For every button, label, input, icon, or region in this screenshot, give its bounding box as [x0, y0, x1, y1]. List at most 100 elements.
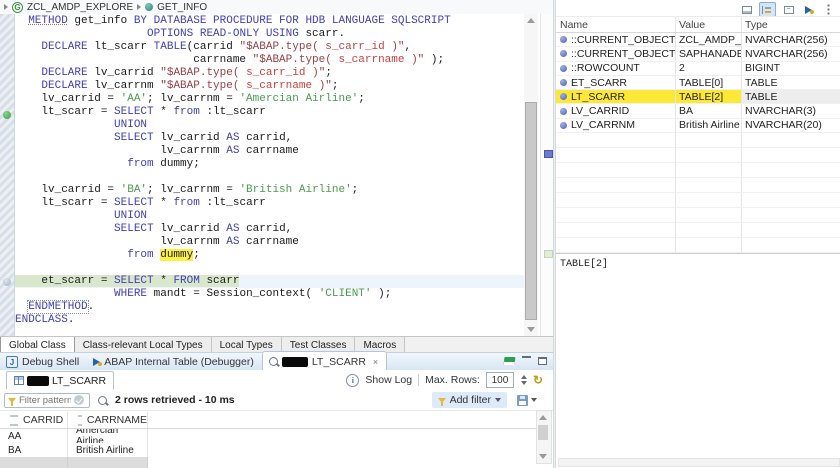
preview-vertical-scrollbar[interactable]: [536, 410, 552, 464]
editor-gutter[interactable]: [0, 14, 15, 336]
variables-column-header[interactable]: Type: [742, 17, 840, 32]
editor-vertical-scrollbar[interactable]: [524, 14, 538, 336]
code-line[interactable]: from dummy;: [15, 158, 524, 171]
preview-table-row[interactable]: AA Amercian Airline: [0, 429, 536, 443]
breadcrumb-class[interactable]: ZCL_AMDP_EXPLORE: [27, 2, 133, 13]
overview-marker-occurrence[interactable]: [544, 250, 553, 258]
maximize-view-icon[interactable]: [538, 357, 547, 365]
scroll-up-icon[interactable]: [539, 415, 547, 420]
variable-row[interactable]: LT_SCARR TABLE[2] TABLE: [556, 90, 840, 105]
variable-row-empty[interactable]: [556, 238, 840, 254]
code-line[interactable]: ENDMETHOD.: [15, 300, 524, 314]
view-controls: [503, 356, 547, 366]
variable-row[interactable]: ::CURRENT_OBJECT_SCHEMASAPHANADBNVARCHAR…: [556, 47, 840, 62]
empty-cell: [742, 208, 840, 222]
preview-scroll-thumb[interactable]: [538, 425, 548, 440]
view-menu-icon[interactable]: [821, 3, 836, 16]
code-line[interactable]: lv_carrnm AS carrname: [15, 236, 524, 249]
load-configuration-icon[interactable]: [801, 3, 816, 16]
breadcrumb-separator-icon[interactable]: [137, 4, 142, 10]
show-logical-structure-icon[interactable]: [759, 2, 776, 17]
editor-tab-class-relevant-local-types[interactable]: Class-relevant Local Types: [74, 337, 212, 353]
collapse-all-icon[interactable]: [781, 3, 796, 16]
variable-row-empty[interactable]: [556, 193, 840, 209]
variable-detail-pane[interactable]: TABLE[2]: [556, 253, 840, 460]
preview-table-row[interactable]: BA British Airline: [0, 443, 536, 457]
code-line[interactable]: DECLARE lt_scarr TABLE(carrid "$ABAP.typ…: [15, 41, 524, 54]
code-line[interactable]: DECLARE lv_carrid "$ABAP.type( s_carr_id…: [15, 67, 524, 80]
code-line[interactable]: SELECT lv_carrid AS carrid,: [15, 132, 524, 145]
code-line[interactable]: [15, 171, 524, 184]
preview-column-header[interactable]: CARRID: [0, 412, 68, 428]
code-line[interactable]: DECLARE lv_carrnm "$ABAP.type( s_carrnam…: [15, 80, 524, 93]
max-rows-stepper[interactable]: [520, 375, 527, 385]
code-token: lv_carrnm: [87, 80, 161, 92]
code-line[interactable]: carrname "$ABAP.type( s_carrname )" );: [15, 54, 524, 67]
add-filter-button[interactable]: Add filter: [431, 392, 507, 408]
export-button[interactable]: [517, 392, 537, 408]
code-line[interactable]: WHERE mandt = Session_context( 'CLIENT' …: [15, 288, 524, 301]
variable-row[interactable]: ::ROWCOUNT 2 BIGINT: [556, 61, 840, 76]
variable-row-empty[interactable]: [556, 148, 840, 164]
close-icon[interactable]: ×: [373, 357, 378, 367]
code-line[interactable]: lv_carrnm AS carrname: [15, 145, 524, 158]
breadcrumb-expand-icon[interactable]: [4, 4, 8, 10]
minimize-view-icon[interactable]: [522, 356, 531, 366]
variable-row-empty[interactable]: [556, 133, 840, 149]
apply-filter-icon[interactable]: [74, 395, 84, 405]
code-line[interactable]: et_scarr = SELECT * FROM scarr: [15, 275, 524, 288]
preview-table-row-empty[interactable]: [0, 457, 536, 468]
view-tab-abap-internal-table-debugger-[interactable]: ABAP Internal Table (Debugger): [87, 353, 262, 371]
code-line[interactable]: METHOD get_info BY DATABASE PROCEDURE FO…: [15, 15, 524, 28]
variables-column-header[interactable]: Name: [556, 17, 676, 32]
show-log-link[interactable]: Show Log: [365, 374, 412, 386]
preview-subtab[interactable]: LT_SCARR: [6, 371, 115, 390]
code-line[interactable]: lv_carrid = 'AA'; lv_carrnm = 'Amercian …: [15, 93, 524, 106]
code-line[interactable]: lt_scarr = SELECT * from :lt_scarr: [15, 106, 524, 119]
detail-horizontal-scrollbar[interactable]: [558, 458, 840, 467]
variable-row[interactable]: LV_CARRNM British Airline NVARCHAR(20): [556, 118, 840, 134]
variable-row[interactable]: ::CURRENT_OBJECT_NAMEZCL_AMDP_EX...NVARC…: [556, 33, 840, 48]
filter-input[interactable]: [19, 394, 71, 406]
code-line[interactable]: SELECT lv_carrid AS carrid,: [15, 223, 524, 236]
editor-scroll-thumb[interactable]: [525, 102, 537, 320]
variable-row[interactable]: ET_SCARR TABLE[0] TABLE: [556, 75, 840, 91]
code-line[interactable]: UNION: [15, 210, 524, 223]
editor-tab-global-class[interactable]: Global Class: [0, 337, 75, 353]
max-rows-input[interactable]: 100: [485, 372, 514, 388]
variable-row[interactable]: LV_CARRID BA NVARCHAR(3): [556, 104, 840, 119]
variable-row-empty[interactable]: [556, 178, 840, 194]
code-text-area[interactable]: METHOD get_info BY DATABASE PROCEDURE FO…: [15, 15, 524, 335]
code-line[interactable]: UNION: [15, 119, 524, 132]
code-line[interactable]: lv_carrid = 'BA'; lv_carrnm = 'British A…: [15, 184, 524, 197]
view-tab-lt-scarr[interactable]: LT_SCARR ×: [261, 351, 388, 371]
view-tab-debug-shell[interactable]: J Debug Shell: [0, 353, 87, 371]
variable-row-empty[interactable]: [556, 163, 840, 179]
code-token: FROM: [173, 275, 200, 287]
variables-column-header[interactable]: Value: [676, 17, 742, 32]
breakpoint-icon[interactable]: [3, 111, 11, 119]
show-details-icon[interactable]: [739, 3, 754, 16]
code-editor[interactable]: METHOD get_info BY DATABASE PROCEDURE FO…: [0, 14, 554, 351]
breadcrumb-method[interactable]: GET_INFO: [157, 2, 207, 13]
code-line[interactable]: lt_scarr = SELECT * from :lt_scarr: [15, 197, 524, 210]
preview-column-header[interactable]: CARRNAME: [68, 412, 148, 428]
debug-marker-icon[interactable]: [3, 278, 11, 286]
code-line[interactable]: OPTIONS READ-ONLY USING scarr.: [15, 28, 524, 41]
filter-box[interactable]: [4, 392, 90, 408]
overview-ruler[interactable]: [540, 14, 554, 336]
overview-marker-current[interactable]: [544, 150, 553, 158]
refresh-icon[interactable]: [533, 375, 543, 385]
pin-view-icon[interactable]: [503, 357, 516, 365]
code-line[interactable]: ENDCLASS.: [15, 314, 524, 327]
scroll-up-icon[interactable]: [527, 18, 535, 23]
variable-name: LV_CARRID: [571, 105, 630, 118]
variable-row-empty[interactable]: [556, 208, 840, 224]
code-line[interactable]: from dummy;: [15, 249, 524, 262]
variable-row-empty[interactable]: [556, 223, 840, 239]
scroll-down-icon[interactable]: [539, 454, 547, 459]
scroll-down-icon[interactable]: [527, 327, 535, 332]
code-line[interactable]: [15, 262, 524, 275]
